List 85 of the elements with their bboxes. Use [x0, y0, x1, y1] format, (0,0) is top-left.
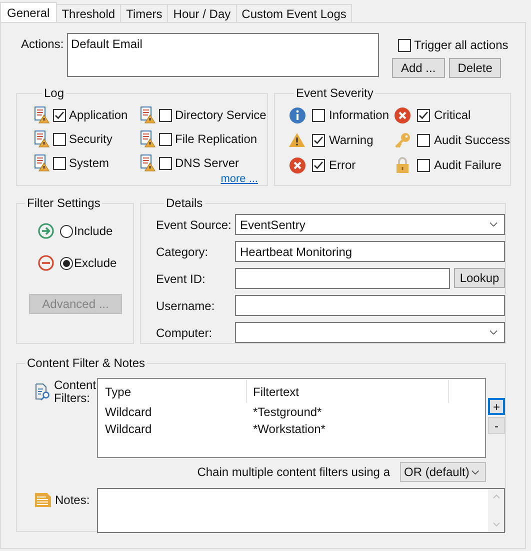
error-icon — [394, 106, 410, 124]
checkbox[interactable] — [53, 108, 66, 122]
group-title: Content Filter & Notes — [27, 356, 146, 370]
field-label: Computer: — [156, 324, 214, 342]
checkbox[interactable] — [417, 158, 430, 172]
column-header[interactable]: Filtertext — [247, 380, 449, 403]
action-button[interactable]: Delete — [448, 58, 502, 78]
checkbox[interactable] — [159, 132, 172, 146]
log-icon — [34, 130, 50, 148]
checkbox-label: Error — [329, 157, 356, 174]
tab[interactable]: Custom Event Logs — [236, 4, 352, 22]
radio-button[interactable] — [60, 256, 73, 270]
checkbox[interactable] — [417, 134, 430, 146]
action-button[interactable]: Add ... — [392, 58, 445, 78]
checkbox-label: DNS Server — [175, 155, 240, 172]
checkbox[interactable] — [312, 134, 325, 146]
checkbox[interactable] — [312, 158, 325, 172]
warning-icon — [288, 132, 306, 148]
notes-field[interactable] — [97, 488, 505, 533]
actions-list[interactable]: Default Email — [67, 33, 379, 77]
filter-table[interactable]: Type Filtertext Wildcard *Testground* Wildcard *Workstation* — [97, 378, 486, 458]
group-title: Filter Settings — [27, 196, 100, 210]
error-icon — [288, 156, 306, 174]
field-label: Category: — [156, 244, 210, 260]
checkbox-label: File Replication — [175, 131, 258, 148]
field-label: Event ID: — [156, 270, 206, 288]
checkbox[interactable] — [159, 108, 172, 122]
table-cell-text: *Testground* — [252, 404, 323, 420]
lock-icon — [394, 156, 410, 174]
checkbox[interactable] — [159, 156, 172, 170]
table-cell-text: *Workstation* — [252, 420, 326, 438]
checkbox-label: Security — [69, 131, 112, 148]
radio-button[interactable] — [60, 224, 73, 238]
tab[interactable]: General — [0, 2, 57, 22]
combo-box[interactable]: EventSentry — [235, 214, 505, 235]
radio-label: Include — [74, 223, 113, 240]
info-icon — [288, 106, 306, 124]
notes-label: Notes: — [55, 492, 90, 509]
checkbox-label: Trigger all actions — [414, 37, 508, 54]
text-field[interactable] — [235, 268, 450, 289]
add-filter-button[interactable]: + — [488, 398, 505, 415]
text-field[interactable] — [235, 295, 505, 316]
checkbox[interactable] — [417, 108, 430, 122]
log-icon — [140, 154, 156, 172]
checkbox-label: Audit Failure — [434, 157, 502, 174]
checkbox-label: Information — [329, 107, 390, 124]
log-icon — [140, 130, 156, 148]
arrow-right-icon — [38, 223, 54, 239]
checkbox[interactable] — [53, 156, 66, 170]
checkbox-label: System — [69, 155, 110, 172]
column-header[interactable]: Type — [99, 380, 247, 403]
combo-box[interactable]: OR (default) — [400, 462, 486, 482]
checkbox-label: Directory Service — [175, 107, 266, 124]
checkbox-label: Warning — [329, 132, 374, 149]
key-icon — [394, 132, 410, 148]
checkbox-label: Critical — [434, 107, 471, 124]
document-search-icon — [35, 383, 51, 401]
checkbox-label: Audit Success — [434, 132, 510, 149]
chain-label: Chain multiple content filters using a — [197, 464, 390, 481]
checkbox-label: Application — [69, 107, 128, 124]
content-filters-label: Content Filters: — [54, 379, 94, 405]
minus-circle-icon — [38, 255, 54, 271]
notes-icon — [35, 493, 51, 507]
field-label: Username: — [156, 298, 216, 314]
checkbox[interactable] — [53, 132, 66, 146]
checkbox[interactable] — [398, 38, 411, 52]
log-icon — [140, 106, 156, 124]
log-icon — [34, 106, 50, 124]
actions-label: Actions: — [21, 36, 65, 53]
log-icon — [34, 154, 50, 172]
table-cell-text: Wildcard — [104, 404, 153, 420]
text-field[interactable]: Heartbeat Monitoring — [235, 241, 505, 262]
group-title: Event Severity — [296, 86, 374, 100]
remove-filter-button[interactable]: - — [488, 417, 505, 434]
more-link[interactable]: more ... — [220, 171, 258, 188]
group-title: Details — [166, 196, 203, 210]
lookup-button[interactable]: Lookup — [454, 268, 505, 288]
radio-label: Exclude — [74, 255, 117, 272]
group-title: Log — [44, 86, 64, 100]
field-label: Event Source: — [156, 216, 232, 234]
table-cell-text: Wildcard — [104, 420, 153, 438]
list-item[interactable]: Default Email — [71, 35, 375, 53]
tab[interactable]: Hour / Day — [167, 4, 237, 22]
checkbox[interactable] — [312, 108, 325, 122]
combo-box[interactable] — [235, 322, 505, 343]
